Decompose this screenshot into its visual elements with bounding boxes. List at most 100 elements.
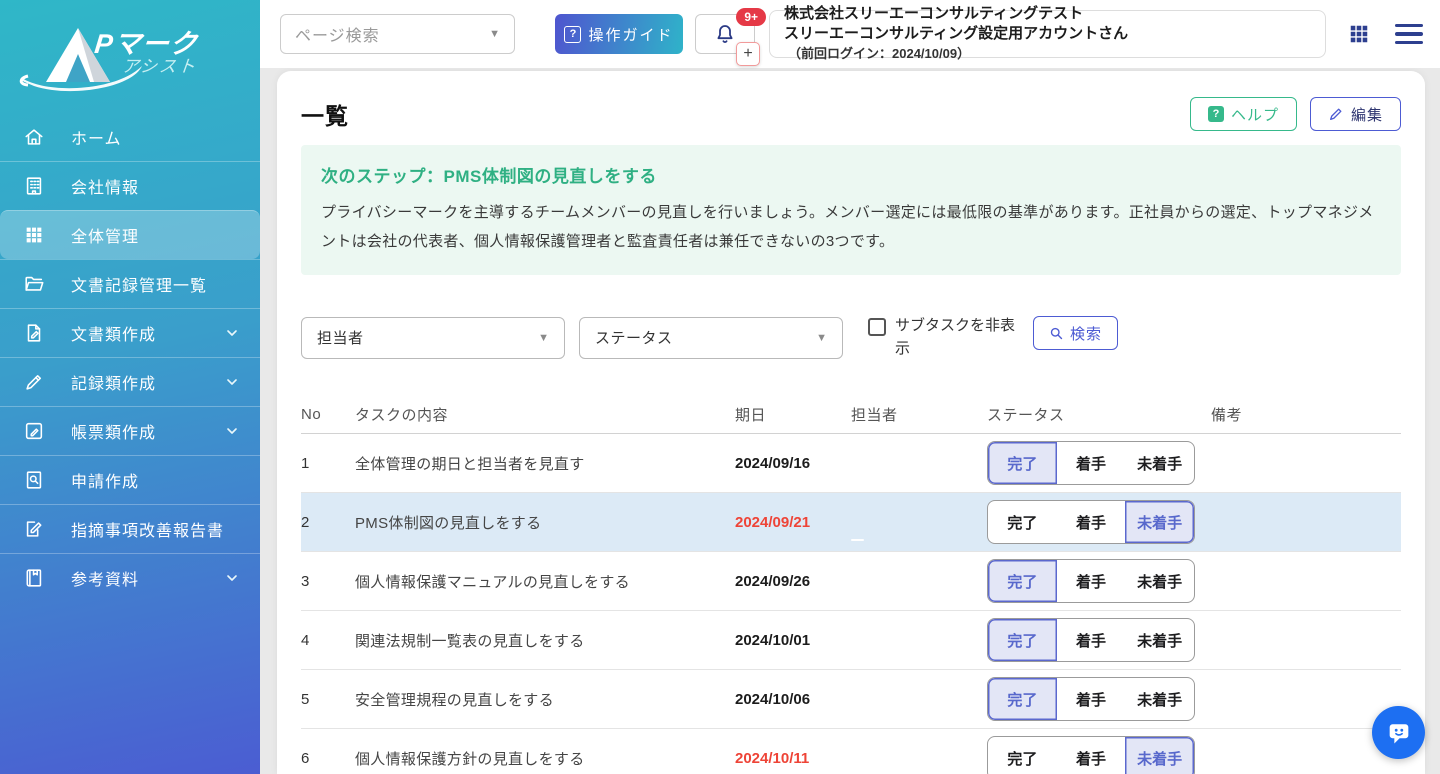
sidebar-item-label: 申請作成 <box>71 468 240 492</box>
status-toggle-group: 完了着手未着手 <box>987 441 1195 485</box>
sidebar-item-grid[interactable]: 全体管理 <box>0 210 260 259</box>
pencil-icon <box>22 370 46 394</box>
status-option-in-progress[interactable]: 着手 <box>1057 619 1126 661</box>
plus-icon[interactable]: + <box>736 42 760 66</box>
sidebar-item-folder[interactable]: 文書記録管理一覧 <box>0 259 260 308</box>
status-option-in-progress[interactable]: 着手 <box>1057 501 1126 543</box>
status-option-complete[interactable]: 完了 <box>988 737 1057 774</box>
status-option-complete[interactable]: 完了 <box>988 619 1057 661</box>
filter-bar: 担当者 ▼ ステータス ▼ サブタスクを非表示 <box>301 315 1401 360</box>
status-option-not-started[interactable]: 未着手 <box>1125 737 1194 774</box>
header-buttons: ? ヘルプ 編集 <box>1190 97 1401 131</box>
status-option-not-started[interactable]: 未着手 <box>1125 619 1194 661</box>
card-header: 一覧 ? ヘルプ 編集 <box>301 97 1401 131</box>
account-info-button[interactable]: 株式会社スリーエーコンサルティングテスト スリーエーコンサルティング設定用アカウ… <box>769 10 1326 58</box>
building-icon <box>22 174 46 198</box>
app-window: Pマーク アシスト ホーム会社情報全体管理文書記録管理一覧文書類作成記録類作成帳… <box>0 0 1440 774</box>
assignee-dash <box>851 539 864 541</box>
column-header: タスクの内容 <box>355 404 735 425</box>
page-search-placeholder: ページ検索 <box>295 22 489 46</box>
sidebar-item-label: 帳票類作成 <box>71 419 224 443</box>
task-assignee <box>851 670 987 728</box>
hide-subtask-label: サブタスクを非表示 <box>895 315 1019 360</box>
sidebar-nav: ホーム会社情報全体管理文書記録管理一覧文書類作成記録類作成帳票類作成申請作成指摘… <box>0 112 260 602</box>
chat-support-button[interactable] <box>1372 706 1425 759</box>
status-option-in-progress[interactable]: 着手 <box>1057 560 1126 602</box>
column-header: 備考 <box>1211 404 1401 425</box>
sidebar-item-label: 会社情報 <box>71 174 240 198</box>
search-icon <box>1049 326 1064 341</box>
task-row[interactable]: 1全体管理の期日と担当者を見直す2024/09/16完了着手未着手 <box>301 434 1401 493</box>
status-toggle-group: 完了着手未着手 <box>987 677 1195 721</box>
sidebar-item-label: 文書類作成 <box>71 321 224 345</box>
status-toggle-group: 完了着手未着手 <box>987 618 1195 662</box>
logo-text-line2: アシスト <box>121 52 199 77</box>
status-option-not-started[interactable]: 未着手 <box>1125 442 1194 484</box>
notification-count-badge: 9+ <box>736 8 766 26</box>
status-option-not-started[interactable]: 未着手 <box>1125 560 1194 602</box>
task-row[interactable]: 6個人情報保護方針の見直しをする2024/10/11完了着手未着手 <box>301 729 1401 774</box>
topbar: ページ検索 ▼ ? 操作ガイド 9+ + 株式会社スリーエーコンサルティングテス… <box>260 0 1440 68</box>
home-icon <box>22 125 46 149</box>
sidebar-item-label: 文書記録管理一覧 <box>71 272 240 296</box>
book-icon <box>22 566 46 590</box>
status-option-complete[interactable]: 完了 <box>988 442 1057 484</box>
next-step-body: プライバシーマークを主導するチームメンバーの見直しを行いましょう。メンバー選定に… <box>321 199 1381 256</box>
account-name: スリーエーコンサルティング設定用アカウントさん（前回ログイン：2024/10/0… <box>784 24 1311 65</box>
task-due-date: 2024/09/21 <box>735 514 851 531</box>
task-row[interactable]: 2PMS体制図の見直しをする2024/09/21 完了着手未着手 <box>301 493 1401 552</box>
status-filter-select[interactable]: ステータス ▼ <box>579 317 843 359</box>
edit-button[interactable]: 編集 <box>1310 97 1401 131</box>
status-toggle-group: 完了着手未着手 <box>987 736 1195 774</box>
sidebar-item-pencil[interactable]: 記録類作成 <box>0 357 260 406</box>
task-number: 2 <box>301 514 355 531</box>
operation-guide-button[interactable]: ? 操作ガイド <box>555 14 683 54</box>
table-body: 1全体管理の期日と担当者を見直す2024/09/16完了着手未着手2PMS体制図… <box>301 434 1401 774</box>
task-title: PMS体制図の見直しをする <box>355 512 735 533</box>
task-assignee <box>851 493 987 551</box>
hide-subtask-checkbox[interactable] <box>868 318 886 336</box>
notification-button[interactable]: 9+ + <box>695 14 755 54</box>
status-option-not-started[interactable]: 未着手 <box>1125 678 1194 720</box>
assignee-filter-select[interactable]: 担当者 ▼ <box>301 317 565 359</box>
status-option-in-progress[interactable]: 着手 <box>1057 678 1126 720</box>
status-option-in-progress[interactable]: 着手 <box>1057 442 1126 484</box>
task-row[interactable]: 3個人情報保護マニュアルの見直しをする2024/09/26完了着手未着手 <box>301 552 1401 611</box>
sidebar-item-doc-search[interactable]: 申請作成 <box>0 455 260 504</box>
status-option-complete[interactable]: 完了 <box>988 560 1057 602</box>
sidebar-item-home[interactable]: ホーム <box>0 112 260 161</box>
sidebar-item-edit-square[interactable]: 帳票類作成 <box>0 406 260 455</box>
app-logo[interactable]: Pマーク アシスト <box>0 0 260 112</box>
next-step-title: 次のステップ：PMS体制図の見直しをする <box>321 162 1381 187</box>
status-option-not-started[interactable]: 未着手 <box>1125 501 1194 543</box>
status-option-complete[interactable]: 完了 <box>988 501 1057 543</box>
folder-icon <box>22 272 46 296</box>
pencil-icon <box>1328 106 1344 122</box>
sidebar-item-label: ホーム <box>71 125 240 149</box>
sidebar-item-book[interactable]: 参考資料 <box>0 553 260 602</box>
search-button[interactable]: 検索 <box>1033 316 1118 350</box>
doc-edit-icon <box>22 321 46 345</box>
task-number: 1 <box>301 455 355 472</box>
sidebar-item-doc-pencil[interactable]: 指摘事項改善報告書 <box>0 504 260 553</box>
sidebar-item-building[interactable]: 会社情報 <box>0 161 260 210</box>
page-search-select[interactable]: ページ検索 ▼ <box>280 14 515 54</box>
apps-grid-button[interactable] <box>1348 23 1370 45</box>
status-option-in-progress[interactable]: 着手 <box>1057 737 1126 774</box>
task-assignee <box>851 552 987 610</box>
status-option-complete[interactable]: 完了 <box>988 678 1057 720</box>
task-number: 4 <box>301 632 355 649</box>
hamburger-menu-button[interactable] <box>1395 24 1423 45</box>
task-row[interactable]: 4関連法規制一覧表の見直しをする2024/10/01完了着手未着手 <box>301 611 1401 670</box>
chevron-down-icon <box>224 374 240 390</box>
hide-subtask-checkbox-group[interactable]: サブタスクを非表示 <box>868 315 1019 360</box>
sidebar-item-doc-edit[interactable]: 文書類作成 <box>0 308 260 357</box>
task-assignee <box>851 729 987 774</box>
help-button[interactable]: ? ヘルプ <box>1190 97 1297 131</box>
assignee-filter-label: 担当者 <box>317 327 538 348</box>
column-header: No <box>301 406 355 423</box>
chevron-down-icon <box>224 423 240 439</box>
task-due-date: 2024/10/01 <box>735 632 851 649</box>
column-header: 担当者 <box>851 404 987 425</box>
task-row[interactable]: 5安全管理規程の見直しをする2024/10/06完了着手未着手 <box>301 670 1401 729</box>
